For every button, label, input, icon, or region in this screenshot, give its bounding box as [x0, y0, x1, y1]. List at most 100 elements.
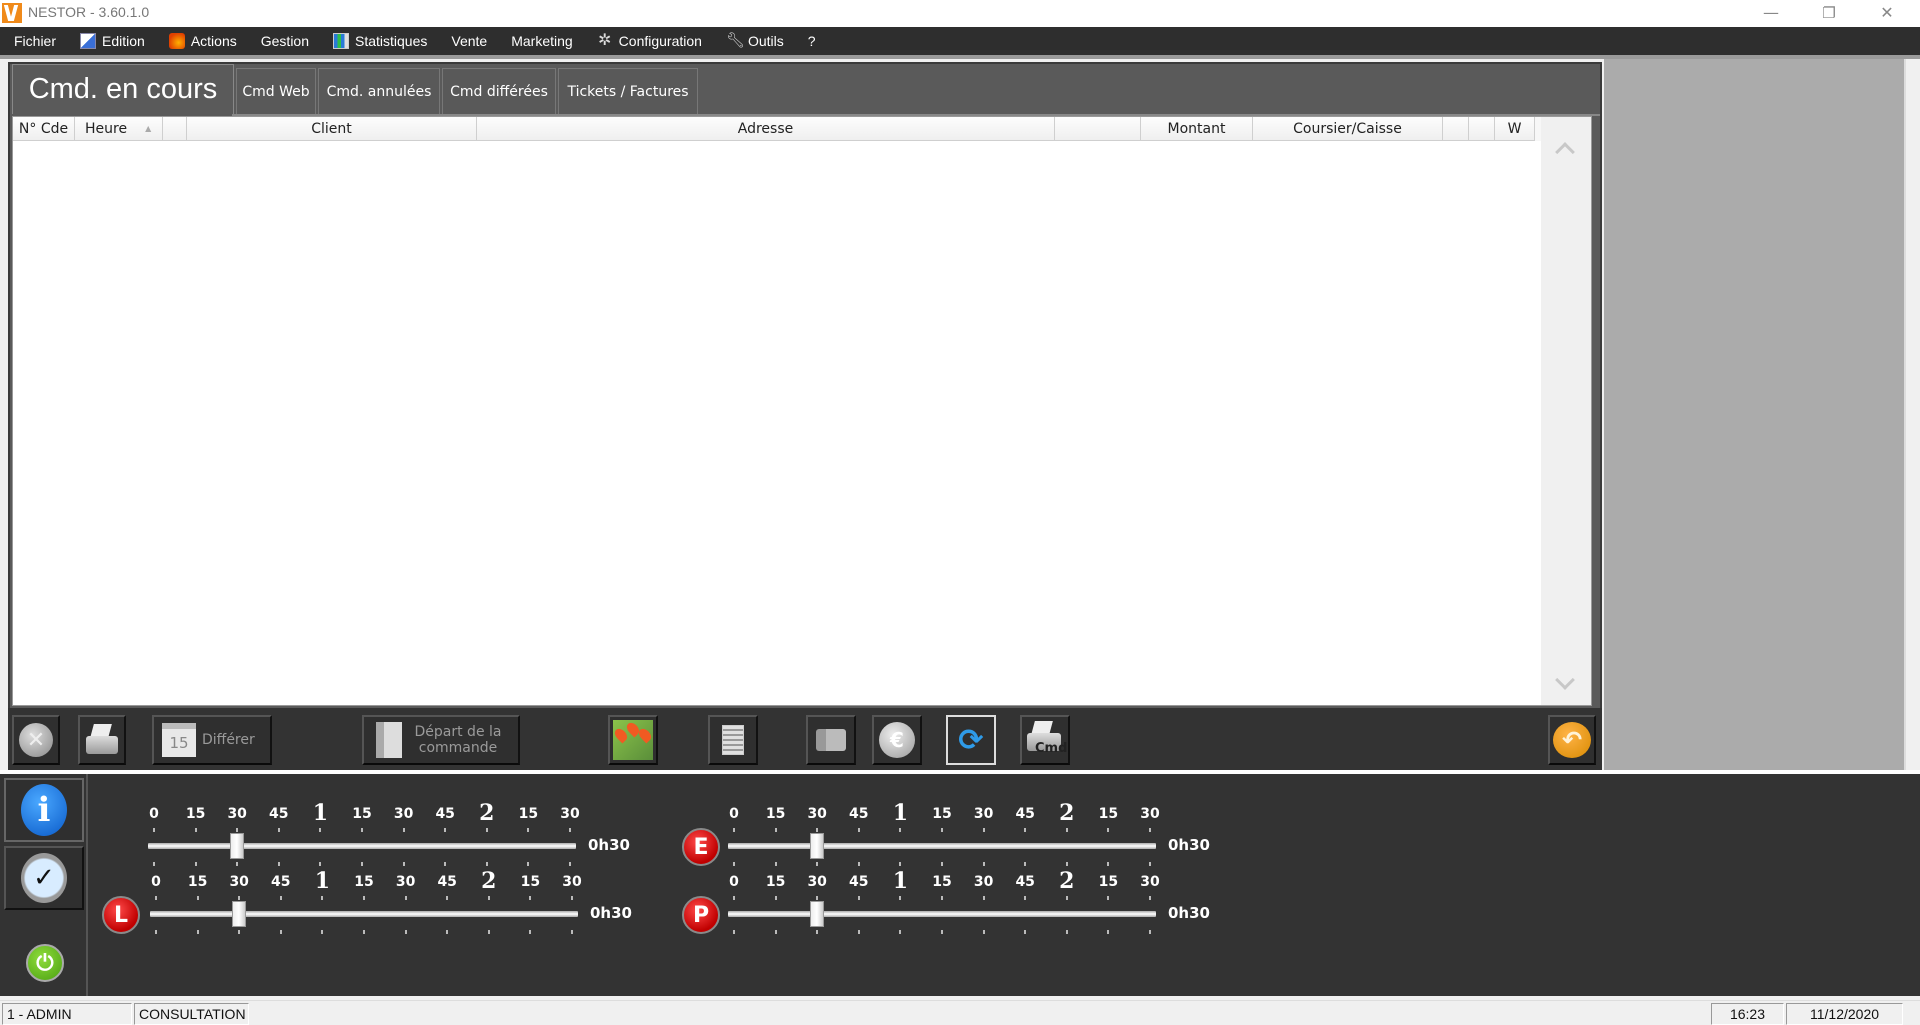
slider-track[interactable]	[728, 843, 1156, 849]
menu-statistiques[interactable]: Statistiques	[333, 33, 427, 49]
tick-label: 1	[892, 868, 909, 894]
print-button[interactable]	[78, 715, 126, 765]
menu-vente[interactable]: Vente	[451, 33, 487, 49]
ticks-top	[728, 896, 1168, 900]
tick-labels: 0 15 30 45 1 15 30 45 2 15 30	[728, 800, 1168, 826]
tick-label: 15	[185, 806, 206, 822]
tab-tickets-factures[interactable]: Tickets / Factures	[558, 68, 698, 114]
tick-mark	[1024, 896, 1027, 900]
tick-label: 0	[149, 806, 159, 822]
power-icon: ⏻	[36, 950, 54, 976]
tick-label: 30	[1140, 874, 1160, 890]
column-header-blank-2[interactable]	[1055, 117, 1141, 141]
close-button[interactable]: ✕	[1858, 0, 1916, 27]
side-button-column: i ✓ ⏻	[0, 774, 88, 996]
window-title: NESTOR - 3.60.1.0	[28, 4, 150, 20]
ticks-top	[728, 828, 1168, 832]
tick-label: 15	[765, 806, 786, 822]
scroll-down-icon[interactable]	[1555, 670, 1575, 690]
clock-button[interactable]: ✓	[4, 846, 84, 910]
tick-mark	[982, 930, 985, 934]
tab-cmd-differees[interactable]: Cmd différées	[442, 68, 556, 114]
menu-edition[interactable]: Edition	[80, 33, 145, 49]
customer-card-button[interactable]	[806, 715, 856, 765]
maximize-button[interactable]: ❐	[1800, 0, 1858, 27]
tab-label: Cmd. en cours	[28, 73, 218, 105]
defer-button[interactable]: 15 Différer	[152, 715, 272, 765]
status-date: 11/12/2020	[1786, 1003, 1903, 1025]
orders-table[interactable]: N° Cde Heure ▲ Client Adresse Montant Co…	[12, 116, 1592, 706]
calendar-icon: 15	[162, 723, 196, 757]
slider-track[interactable]	[148, 843, 576, 849]
badge-livraison-icon: L	[102, 896, 140, 934]
column-header-blank-1[interactable]	[163, 117, 187, 141]
column-label: Heure	[85, 120, 128, 137]
slider-thumb[interactable]	[810, 833, 825, 859]
tab-cmd-en-cours[interactable]: Cmd. en cours	[12, 64, 234, 114]
column-header-client[interactable]: Client	[187, 117, 477, 141]
tick-mark	[899, 862, 902, 866]
menu-outils[interactable]: 🔧︎ Outils	[725, 32, 784, 50]
info-button[interactable]: i	[4, 778, 84, 842]
tick-mark	[319, 862, 322, 866]
printer-cmd-icon: Cmd	[1025, 721, 1067, 759]
slider-track[interactable]	[150, 911, 578, 917]
order-departure-button[interactable]: Départ de la commande	[362, 715, 520, 765]
slider-thumb[interactable]	[232, 901, 247, 927]
tick-mark	[857, 896, 860, 900]
column-header-numero[interactable]: N° Cde	[13, 117, 75, 141]
menu-actions[interactable]: Actions	[168, 33, 237, 49]
cancel-order-button[interactable]: ✕	[12, 715, 60, 765]
column-header-coursier-caisse[interactable]: Coursier/Caisse	[1253, 117, 1443, 141]
actions-icon	[168, 33, 185, 49]
refresh-button[interactable]: ⟳	[946, 715, 996, 765]
tick-mark	[733, 896, 735, 900]
print-order-button[interactable]: Cmd	[1020, 715, 1070, 765]
column-header-blank-4[interactable]	[1469, 117, 1495, 141]
menu-label: ?	[807, 33, 816, 49]
tick-label: 15	[518, 806, 539, 822]
tick-mark	[155, 930, 157, 934]
tick-mark	[444, 862, 447, 866]
tick-mark	[361, 828, 363, 832]
tick-mark	[279, 896, 282, 900]
tick-label: 15	[1098, 874, 1119, 890]
tab-cmd-web[interactable]: Cmd Web	[236, 68, 316, 114]
menu-fichier[interactable]: Fichier	[14, 33, 56, 49]
scroll-up-icon[interactable]	[1555, 142, 1575, 162]
slider-thumb[interactable]	[230, 833, 245, 859]
wrench-icon: 🔧︎	[725, 32, 745, 49]
menu-gestion[interactable]: Gestion	[261, 33, 309, 49]
tick-mark	[899, 896, 902, 900]
menu-configuration[interactable]: ✲ Configuration	[597, 33, 702, 50]
menu-label: Marketing	[511, 33, 573, 49]
column-header-adresse[interactable]: Adresse	[477, 117, 1055, 141]
power-button[interactable]: ⏻	[26, 944, 64, 982]
column-header-montant[interactable]: Montant	[1141, 117, 1253, 141]
tick-mark	[857, 828, 860, 832]
back-button[interactable]: ↶	[1548, 715, 1596, 765]
column-header-w[interactable]: W	[1495, 117, 1535, 141]
map-button[interactable]	[608, 715, 658, 765]
column-header-heure[interactable]: Heure ▲	[75, 117, 163, 141]
tick-label: 45	[849, 806, 869, 822]
document-button[interactable]	[708, 715, 758, 765]
tick-label: 2	[1059, 868, 1075, 894]
menu-help[interactable]: ?	[808, 33, 816, 49]
minimize-button[interactable]: —	[1742, 0, 1800, 27]
menu-label: Gestion	[260, 33, 309, 49]
slider-track[interactable]	[728, 911, 1156, 917]
tick-label: 15	[520, 874, 541, 890]
column-header-blank-3[interactable]	[1443, 117, 1469, 141]
menu-marketing[interactable]: Marketing	[511, 33, 572, 49]
slider-thumb[interactable]	[810, 901, 825, 927]
vertical-scrollbar[interactable]	[1541, 117, 1591, 705]
payment-button[interactable]: €	[872, 715, 922, 765]
tick-mark	[404, 930, 407, 934]
tick-mark	[1149, 828, 1151, 832]
tick-label: 15	[187, 874, 208, 890]
tick-label: 15	[354, 874, 374, 890]
tick-mark	[527, 862, 530, 866]
tab-cmd-annulees[interactable]: Cmd. annulées	[318, 68, 440, 114]
tick-mark	[733, 930, 735, 934]
